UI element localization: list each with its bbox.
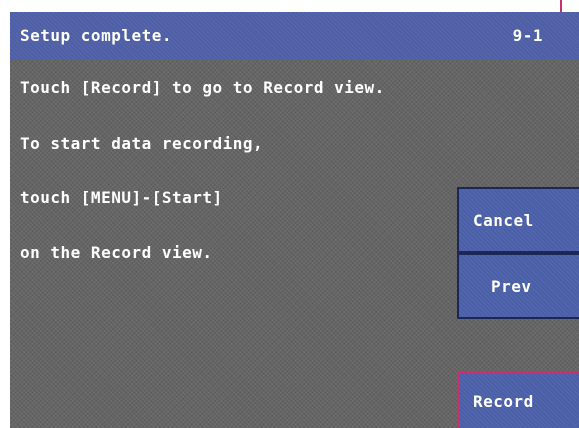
- page-number: 9-1: [512, 26, 543, 45]
- screen-title: Setup complete.: [20, 26, 172, 45]
- message-line: Touch [Record] to go to Record view.: [20, 78, 385, 97]
- cancel-button-label: Cancel: [473, 210, 534, 230]
- setup-screen: Setup complete. 9-1 Touch [Record] to go…: [10, 12, 579, 428]
- message-line: To start data recording,: [20, 134, 264, 153]
- cancel-button[interactable]: Cancel: [457, 187, 579, 253]
- record-button[interactable]: Record: [457, 371, 579, 428]
- prev-button-label: Prev: [491, 276, 532, 296]
- message-line: on the Record view.: [20, 243, 213, 262]
- prev-button[interactable]: Prev: [457, 253, 579, 319]
- record-button-label: Record: [473, 391, 534, 411]
- title-bar: Setup complete. 9-1: [10, 12, 579, 60]
- message-line: touch [MENU]-[Start]: [20, 188, 223, 207]
